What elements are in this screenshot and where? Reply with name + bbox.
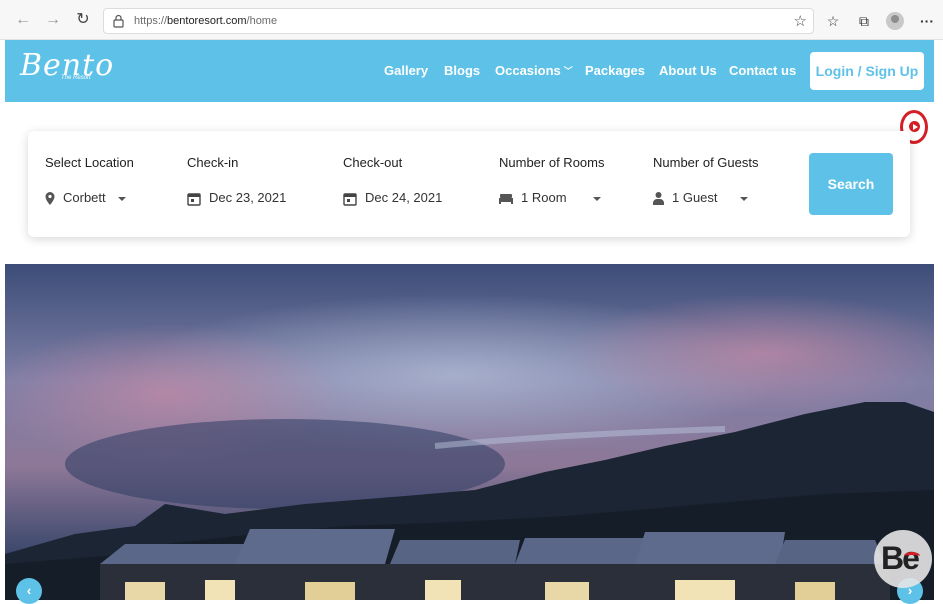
booking-search-card: Select Location Corbett Check-in Dec 23,…: [28, 131, 910, 237]
search-button[interactable]: Search: [809, 153, 893, 215]
hero-image: [5, 264, 934, 600]
map-pin-icon: [45, 192, 55, 206]
calendar-icon: [343, 192, 357, 206]
favorites-list-icon[interactable]: ☆: [824, 12, 842, 30]
favorite-star-icon[interactable]: ☆: [794, 12, 807, 30]
caret-down-icon: [117, 196, 126, 201]
person-icon: [653, 192, 664, 206]
rooms-value: 1 Room: [521, 190, 567, 205]
refresh-icon[interactable]: ↻: [74, 11, 92, 29]
nav-blogs[interactable]: Blogs: [444, 63, 480, 78]
calendar-icon: [187, 192, 201, 206]
address-bar[interactable]: https://bentoresort.com/home ☆: [103, 8, 814, 34]
nav-contact-us[interactable]: Contact us: [729, 63, 796, 78]
carousel-prev-button[interactable]: ‹: [16, 578, 42, 604]
lock-icon: [113, 14, 124, 28]
back-icon[interactable]: ←: [14, 11, 32, 29]
nav-occasions[interactable]: Occasions ﹀: [495, 63, 573, 78]
chevron-down-icon: ﹀: [563, 66, 573, 76]
checkin-value: Dec 23, 2021: [209, 190, 287, 205]
guests-select[interactable]: 1 Guest: [653, 190, 748, 206]
rooms-label: Number of Rooms: [499, 155, 605, 170]
site-logo-tagline: The Resort: [61, 75, 91, 81]
caret-down-icon: [592, 196, 601, 201]
caret-down-icon: [739, 196, 748, 201]
checkin-date-field[interactable]: Dec 23, 2021: [187, 190, 286, 206]
browser-toolbar: ← → ↻ https://bentoresort.com/home ☆ ☆ ⧉…: [0, 0, 943, 40]
login-signup-button[interactable]: Login / Sign Up: [810, 52, 924, 90]
hero-photo: [5, 264, 934, 600]
checkout-label: Check-out: [343, 155, 403, 170]
location-value: Corbett: [63, 190, 106, 205]
nav-packages[interactable]: Packages: [585, 63, 645, 78]
nav-about-us[interactable]: About Us: [659, 63, 717, 78]
guests-value: 1 Guest: [672, 190, 718, 205]
location-label: Select Location: [45, 155, 134, 170]
checkout-value: Dec 24, 2021: [365, 190, 443, 205]
forward-icon[interactable]: →: [44, 11, 62, 29]
url-text: https://bentoresort.com/home: [134, 15, 278, 27]
nav-occasions-label: Occasions: [495, 63, 561, 78]
guests-label: Number of Guests: [653, 155, 759, 170]
checkin-label: Check-in: [187, 155, 239, 170]
collections-icon[interactable]: ⧉: [855, 12, 873, 30]
nav-gallery[interactable]: Gallery: [384, 63, 428, 78]
watermark-logo: Be: [874, 530, 932, 588]
more-menu-icon[interactable]: ···: [918, 12, 936, 30]
site-header: Bento The Resort Gallery Blogs Occasions…: [5, 40, 934, 102]
profile-avatar[interactable]: [886, 12, 904, 30]
bed-icon: [499, 194, 513, 205]
checkout-date-field[interactable]: Dec 24, 2021: [343, 190, 442, 206]
location-select[interactable]: Corbett: [45, 190, 126, 206]
rooms-select[interactable]: 1 Room: [499, 190, 601, 205]
